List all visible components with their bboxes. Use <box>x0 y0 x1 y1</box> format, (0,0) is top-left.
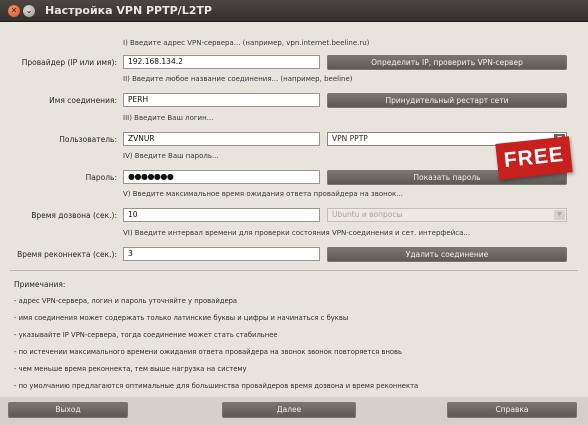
profile-value: Ubuntu и вопросы <box>332 210 403 219</box>
note-item: - адрес VPN-сервера, логин и пароль уточ… <box>14 297 238 305</box>
provider-label: Провайдер (IP или имя): <box>21 58 117 67</box>
help-button[interactable]: Справка <box>447 402 577 418</box>
window-title: Настройка VPN PPTP/L2TP <box>45 4 212 17</box>
password-label: Пароль: <box>85 173 117 182</box>
exit-button[interactable]: Выход <box>8 402 128 418</box>
profile-select: Ubuntu и вопросы ▼ <box>327 208 567 222</box>
step-6-hint: VI) Введите интервал времени для проверк… <box>123 229 471 237</box>
step-1-hint: I) Введите адрес VPN-сервера... (наприме… <box>123 39 370 47</box>
reconnect-time-input[interactable]: 3 <box>123 247 320 261</box>
step-3-hint: III) Введите Ваш логин... <box>123 114 214 122</box>
provider-input[interactable]: 192.168.134.2 <box>123 55 320 69</box>
user-input[interactable]: ZVNUR <box>123 132 320 146</box>
dialog-body: I) Введите адрес VPN-сервера... (наприме… <box>0 22 588 425</box>
note-item: - чем меньше время реконнекта, тем выше … <box>14 365 247 373</box>
step-2-hint: II) Введите любое название соединения...… <box>123 75 353 83</box>
delete-connection-button[interactable]: Удалить соединение <box>327 247 567 262</box>
divider <box>10 270 578 271</box>
free-badge: FREE <box>495 136 573 180</box>
note-item: - указывайте IP VPN-сервера, тогда соеди… <box>14 331 278 339</box>
title-bar: ✕ ⌄ Настройка VPN PPTP/L2TP <box>0 0 588 22</box>
note-item: - имя соединения может содержать только … <box>14 314 349 322</box>
note-item: - по умолчанию предлагаются оптимальные … <box>14 382 419 390</box>
step-5-hint: V) Введите максимальное время ожидания о… <box>123 190 403 198</box>
detect-ip-button[interactable]: Определить IP, проверить VPN-сервер <box>327 55 567 70</box>
notes-title: Примечания: <box>14 280 66 289</box>
reconnect-time-label: Время реконнекта (сек.): <box>17 250 117 259</box>
force-restart-button[interactable]: Принудительный рестарт сети <box>327 93 567 108</box>
next-button[interactable]: Далее <box>222 402 356 418</box>
dial-time-label: Время дозвона (сек.): <box>31 211 117 220</box>
note-item: - по истечении максимального времени ожи… <box>14 348 403 356</box>
chevron-down-icon: ▼ <box>554 210 565 220</box>
password-input[interactable]: ●●●●●●● <box>123 170 320 184</box>
connection-name-label: Имя соединения: <box>49 96 117 105</box>
close-icon[interactable]: ✕ <box>8 5 20 17</box>
connection-name-input[interactable]: PERH <box>123 93 320 107</box>
bottom-bar: Выход Далее Справка <box>0 397 588 425</box>
step-4-hint: IV) Введите Ваш пароль... <box>123 152 219 160</box>
user-label: Пользователь: <box>59 135 117 144</box>
dial-time-input[interactable]: 10 <box>123 208 320 222</box>
vpn-type-value: VPN PPTP <box>332 134 368 143</box>
minimize-icon[interactable]: ⌄ <box>23 5 35 17</box>
